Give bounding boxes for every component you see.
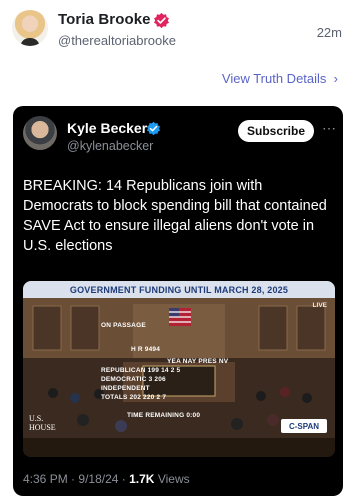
live-tag: LIVE	[312, 302, 327, 309]
more-horizontal-icon[interactable]: ⋯	[322, 120, 337, 137]
embedded-post[interactable]: Kyle Becker @kylenabecker Subscribe ⋯ BR…	[13, 106, 343, 496]
embed-avatar[interactable]	[23, 116, 57, 150]
media-banner: GOVERNMENT FUNDING UNTIL MARCH 28, 2025	[23, 281, 335, 298]
bill-number: H R 9494	[131, 346, 161, 353]
view-truth-details-link[interactable]: View Truth Details ›	[222, 71, 338, 86]
logo-line-2: HOUSE	[29, 423, 56, 432]
chevron-right-icon: ›	[330, 71, 338, 86]
embed-author-handle[interactable]: @kylenabecker	[67, 139, 153, 153]
vote-row-republican: REPUBLICAN 199 14 2 5	[101, 367, 181, 374]
subscribe-button[interactable]: Subscribe	[238, 120, 314, 142]
view-details-label: View Truth Details	[221, 71, 327, 86]
views-count: 1.7K	[129, 472, 155, 486]
post-header: Toria Brooke @therealtoriabrooke 22m	[0, 0, 356, 62]
chamber-scene-icon	[23, 298, 335, 457]
verified-badge-icon	[154, 12, 169, 29]
chamber-image: LIVE ON PASSAGE H R 9494 YEA NAY PRES NV…	[23, 298, 335, 457]
on-passage-label: ON PASSAGE	[101, 322, 146, 329]
post-timestamp: 22m	[316, 25, 342, 40]
views-label: Views	[157, 472, 190, 486]
vote-row-totals: TOTALS 202 220 2 7	[101, 394, 167, 401]
embedded-video[interactable]: GOVERNMENT FUNDING UNTIL MARCH 28, 2025	[23, 281, 335, 457]
embed-author-name[interactable]: Kyle Becker	[67, 120, 147, 136]
cspan-logo: C-SPAN	[281, 419, 327, 433]
vote-column-headers: YEA NAY PRES NV	[167, 358, 229, 365]
embed-date: 9/18/24	[78, 472, 119, 486]
time-remaining: TIME REMAINING 0:00	[127, 412, 201, 419]
us-house-logo: U.S. HOUSE	[29, 414, 63, 440]
verified-badge-icon	[146, 121, 161, 136]
logo-line-1: U.S.	[29, 414, 44, 423]
embed-time: 4:36 PM	[23, 472, 68, 486]
author-handle[interactable]: @therealtoriabrooke	[58, 33, 176, 48]
embed-meta: 4:36 PM · 9/18/24 · 1.7K Views	[23, 472, 190, 486]
avatar[interactable]	[12, 10, 48, 46]
author-name[interactable]: Toria Brooke	[58, 11, 151, 28]
vote-row-democratic: DEMOCRATIC 3 206	[101, 376, 166, 383]
embed-post-text: BREAKING: 14 Republicans join with Democ…	[23, 178, 327, 254]
vote-row-independent: INDEPENDENT	[101, 385, 150, 392]
